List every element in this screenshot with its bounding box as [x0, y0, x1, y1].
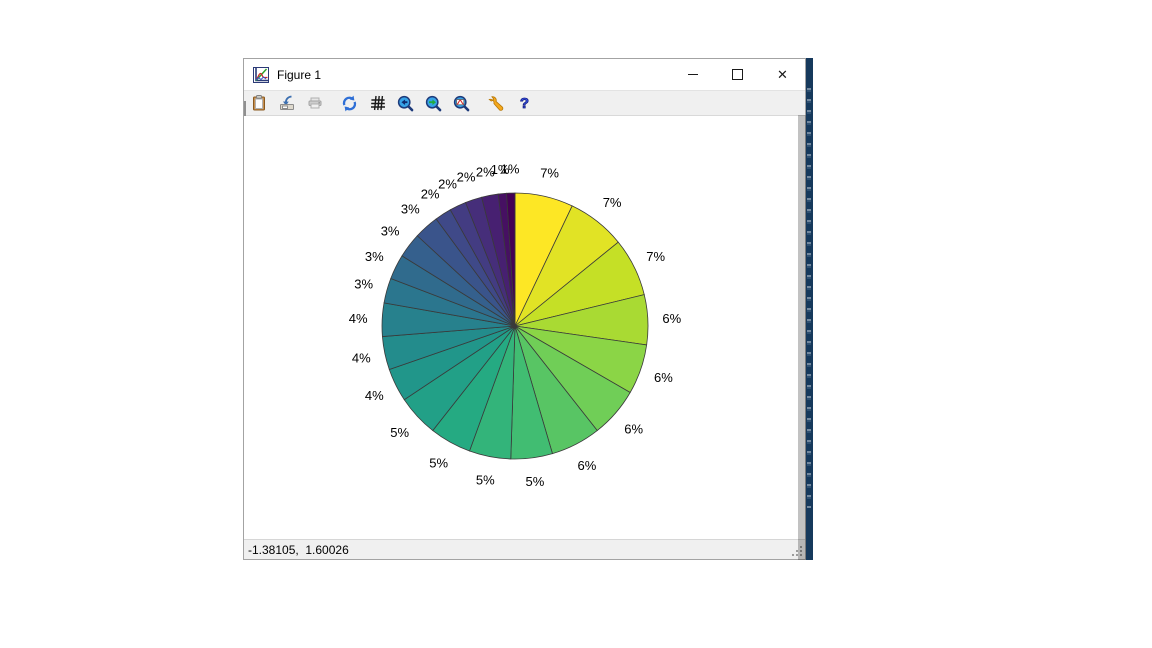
close-icon: ✕ — [777, 68, 788, 81]
pie-slice-label: 1% — [501, 162, 520, 177]
export-icon — [279, 95, 295, 111]
pie-chart-svg: 7%7%7%6%6%6%6%5%5%5%5%4%4%4%3%3%3%3%2%2%… — [244, 116, 805, 540]
minimize-button[interactable] — [670, 59, 715, 90]
figure-window: Figure 1 ✕ — [243, 58, 806, 560]
pie-slice-label: 5% — [429, 456, 448, 471]
window-controls: ✕ — [670, 59, 805, 90]
help-icon: ? — [520, 96, 529, 111]
pie-slice-label: 3% — [354, 277, 373, 292]
grid-icon — [370, 95, 386, 111]
pie-slice-label: 7% — [603, 195, 622, 210]
copy-to-clipboard-button[interactable] — [249, 94, 268, 113]
pie-slice-label: 6% — [662, 311, 681, 326]
pie-slice-label: 2% — [421, 186, 440, 201]
clipboard-icon — [251, 95, 267, 111]
pie-slice-label: 5% — [526, 474, 545, 489]
toolbar: ? — [244, 91, 805, 116]
export-to-file-button[interactable] — [277, 94, 296, 113]
close-button[interactable]: ✕ — [760, 59, 805, 90]
refresh-icon — [341, 95, 358, 112]
wrench-icon — [488, 95, 505, 112]
plot-canvas[interactable]: 7%7%7%6%6%6%6%5%5%5%5%4%4%4%3%3%3%3%2%2%… — [244, 116, 805, 540]
minimize-icon — [688, 74, 698, 75]
pie-slice-label: 6% — [578, 458, 597, 473]
pie-slice-label: 6% — [624, 421, 643, 436]
window-title: Figure 1 — [277, 68, 321, 82]
pie-slice-label: 4% — [352, 351, 371, 366]
pie-slice-label: 7% — [646, 249, 665, 264]
toggle-grid-button[interactable] — [368, 94, 387, 113]
pie-slice-label: 6% — [654, 370, 673, 385]
zoom-previous-button[interactable] — [396, 94, 415, 113]
printer-icon — [307, 95, 323, 111]
pie-slice-label: 3% — [381, 223, 400, 238]
pie-slice-label: 3% — [365, 249, 384, 264]
pie-slice-label: 3% — [401, 202, 420, 217]
titlebar[interactable]: Figure 1 ✕ — [244, 59, 805, 90]
print-button[interactable] — [305, 94, 324, 113]
gnuplot-app-icon — [253, 67, 269, 83]
autoscale-button[interactable] — [452, 94, 471, 113]
pie-slice-label: 4% — [365, 388, 384, 403]
statusbar: -1.38105, 1.60026 — [244, 539, 805, 559]
background-minimap-marks — [807, 88, 811, 508]
cursor-coordinates: -1.38105, 1.60026 — [248, 543, 349, 557]
autoscale-icon — [453, 95, 470, 112]
window-shadow — [798, 115, 806, 560]
pie-slice-label: 5% — [476, 473, 495, 488]
pie-slice-label: 7% — [540, 165, 559, 180]
zoom-previous-icon — [397, 95, 414, 112]
desktop: Figure 1 ✕ — [0, 0, 1152, 648]
zoom-next-icon — [425, 95, 442, 112]
configure-button[interactable] — [487, 94, 506, 113]
replot-button[interactable] — [340, 94, 359, 113]
zoom-next-button[interactable] — [424, 94, 443, 113]
pie-slice-label: 2% — [438, 177, 457, 192]
pie-slice-label: 2% — [457, 169, 476, 184]
maximize-icon — [732, 69, 743, 80]
maximize-button[interactable] — [715, 59, 760, 90]
help-button[interactable]: ? — [515, 94, 534, 113]
pie-slice-label: 5% — [390, 425, 409, 440]
pie-slice-label: 4% — [349, 311, 368, 326]
background-window-edge — [806, 58, 813, 560]
